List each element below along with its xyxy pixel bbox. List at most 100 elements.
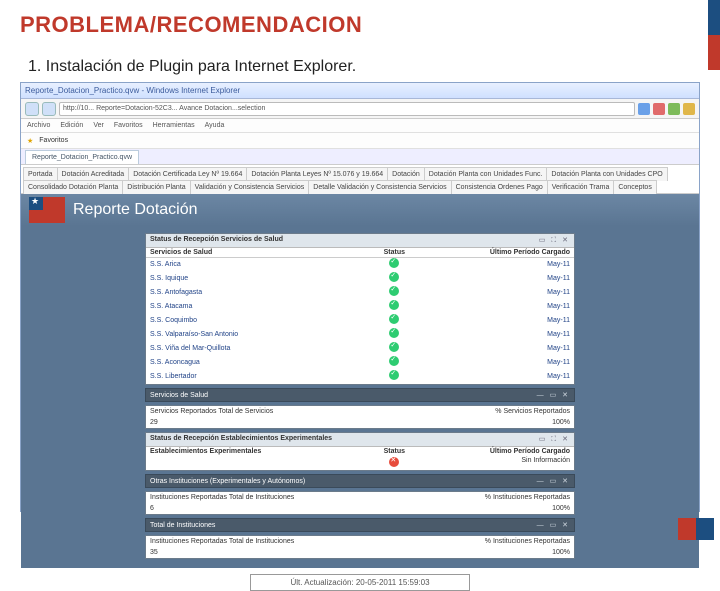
app-tab[interactable]: Dotación Planta Leyes Nº 15.076 y 19.664 xyxy=(246,167,388,181)
app-tab[interactable]: Detalle Validación y Consistencia Servic… xyxy=(308,180,451,194)
label-pct-all: % Instituciones Reportadas xyxy=(430,538,570,545)
app-tab[interactable]: Consistencia Ordenes Pago xyxy=(451,180,548,194)
menu-ver[interactable]: Ver xyxy=(93,122,104,129)
col-status: Status xyxy=(351,448,437,455)
cell-period: May-11 xyxy=(441,316,570,326)
refresh-icon[interactable] xyxy=(638,103,650,115)
forward-button[interactable] xyxy=(42,102,56,116)
panel-services-summary-head: Servicios de Salud — ▭ ✕ xyxy=(145,388,575,402)
favorites-icon[interactable] xyxy=(683,103,695,115)
corner-accent xyxy=(678,518,714,540)
titlebar: Reporte_Dotacion_Practico.qvw - Windows … xyxy=(21,83,699,99)
cell-name: S.S. Viña del Mar-Quillota xyxy=(150,344,347,354)
status-ok-icon xyxy=(389,328,399,338)
favorites-bar: ★ Favoritos xyxy=(21,133,699,149)
col-periodo: Último Período Cargado xyxy=(441,249,570,256)
panel-window-icons[interactable]: ▭ ⛶ ✕ xyxy=(539,236,570,245)
app-tab[interactable]: Portada xyxy=(23,167,58,181)
value-pct-all: 100% xyxy=(430,549,570,556)
report-banner: Reporte Dotación xyxy=(21,194,699,226)
panel-services-status: Status de Recepción Servicios de Salud ▭… xyxy=(145,233,575,385)
slide-heading: PROBLEMA/RECOMENDACION xyxy=(20,12,362,38)
app-tab[interactable]: Dotación Certificada Ley Nº 19.664 xyxy=(128,167,247,181)
report-title: Reporte Dotación xyxy=(73,201,198,219)
app-tab[interactable]: Dotación Planta con Unidades Func. xyxy=(424,167,548,181)
table-row: S.S. Arica May-11 xyxy=(146,258,574,272)
status-ok-icon xyxy=(389,314,399,324)
flag-stripe-top xyxy=(708,0,720,70)
menu-edicion[interactable]: Edición xyxy=(60,122,83,129)
report-content: Status de Recepción Servicios de Salud ▭… xyxy=(21,226,699,568)
panel-window-icons[interactable]: ▭ ⛶ ✕ xyxy=(539,435,570,444)
browser-tab[interactable]: Reporte_Dotacion_Practico.qvw xyxy=(25,150,139,164)
table-row: S.S. Libertador May-11 xyxy=(146,370,574,384)
col-estab: Establecimientos Experimentales xyxy=(150,448,347,455)
menu-herramientas[interactable]: Herramientas xyxy=(153,122,195,129)
panel-title: Otras Instituciones (Experimentales y Au… xyxy=(150,478,305,485)
app-tab[interactable]: Dotación Acreditada xyxy=(57,167,130,181)
search-icon[interactable] xyxy=(668,103,680,115)
panel-total-head: Total de Instituciones — ▭ ✕ xyxy=(145,518,575,532)
status-ok-icon xyxy=(389,258,399,268)
app-tab[interactable]: Validación y Consistencia Servicios xyxy=(190,180,310,194)
panel-experimentales: Status de Recepción Establecimientos Exp… xyxy=(145,432,575,471)
app-tab[interactable]: Consolidado Dotación Planta xyxy=(23,180,123,194)
panel-total: Instituciones Reportadas Total de Instit… xyxy=(145,535,575,559)
cell-name: S.S. Atacama xyxy=(150,302,347,312)
table-row: S.S. Antofagasta May-11 xyxy=(146,286,574,300)
menu-favoritos[interactable]: Favoritos xyxy=(114,122,143,129)
panel-title: Status de Recepción Establecimientos Exp… xyxy=(150,435,332,444)
cell-period: May-11 xyxy=(441,260,570,270)
back-button[interactable] xyxy=(25,102,39,116)
panel-otras: Instituciones Reportadas Total de Instit… xyxy=(145,491,575,515)
label-total-inst: Instituciones Reportadas Total de Instit… xyxy=(150,494,430,501)
status-ok-icon xyxy=(389,370,399,380)
address-input[interactable]: http://10... Reporte=Dotacion-52C3... Av… xyxy=(59,102,635,116)
value-no-info: Sin Información xyxy=(441,457,570,469)
app-tab[interactable]: Conceptos xyxy=(613,180,656,194)
table-row: S.S. AtacamaMay-11 xyxy=(146,300,574,314)
status-ok-icon xyxy=(389,342,399,352)
cell-period: May-11 xyxy=(441,344,570,354)
label-pct-inst: % Instituciones Reportadas xyxy=(430,494,570,501)
panel-services-summary: Servicios Reportados Total de Servicios … xyxy=(145,405,575,429)
label-total-all: Instituciones Reportadas Total de Instit… xyxy=(150,538,430,545)
value-pct-services: 100% xyxy=(430,419,570,426)
cell-name: S.S. Iquique xyxy=(150,274,347,284)
cell-name: S.S. Aconcagua xyxy=(150,358,347,368)
cell-period: May-11 xyxy=(441,288,570,298)
app-tab[interactable]: Verificación Trama xyxy=(547,180,615,194)
status-ok-icon xyxy=(389,356,399,366)
cell-period: May-11 xyxy=(441,358,570,368)
cell-name: S.S. Libertador xyxy=(150,372,347,382)
panel-window-icons[interactable]: — ▭ ✕ xyxy=(537,391,570,399)
cell-name: S.S. Arica xyxy=(150,260,347,270)
table-row: S.S. Valparaíso-San AntonioMay-11 xyxy=(146,328,574,342)
table-row: S.S. CoquimboMay-11 xyxy=(146,314,574,328)
panel-window-icons[interactable]: — ▭ ✕ xyxy=(537,477,570,485)
value-total-services: 29 xyxy=(150,419,430,426)
value-inst-pct: 100% xyxy=(430,505,570,512)
menu-bar: Archivo Edición Ver Favoritos Herramient… xyxy=(21,119,699,133)
app-tab[interactable]: Dotación Planta con Unidades CPO xyxy=(546,167,667,181)
table-row: S.S. Aconcagua May-11 xyxy=(146,356,574,370)
status-ok-icon xyxy=(389,286,399,296)
value-total-all: 35 xyxy=(150,549,430,556)
gov-logo-icon xyxy=(29,197,65,223)
address-bar-row: http://10... Reporte=Dotacion-52C3... Av… xyxy=(21,99,699,119)
label-pct-services: % Servicios Reportados xyxy=(430,408,570,415)
menu-archivo[interactable]: Archivo xyxy=(27,122,50,129)
panel-otras-head: Otras Instituciones (Experimentales y Au… xyxy=(145,474,575,488)
favorites-label[interactable]: Favoritos xyxy=(39,137,68,144)
col-periodo: Último Período Cargado xyxy=(441,448,570,455)
menu-ayuda[interactable]: Ayuda xyxy=(205,122,225,129)
app-tab[interactable]: Dotación xyxy=(387,167,425,181)
cell-name: S.S. Antofagasta xyxy=(150,288,347,298)
stop-icon[interactable] xyxy=(653,103,665,115)
app-tab[interactable]: Distribución Planta xyxy=(122,180,190,194)
panel-window-icons[interactable]: — ▭ ✕ xyxy=(537,521,570,529)
last-updated: Últ. Actualización: 20-05-2011 15:59:03 xyxy=(250,574,470,591)
browser-tabstrip: Reporte_Dotacion_Practico.qvw xyxy=(21,149,699,165)
status-bad-icon xyxy=(389,457,399,467)
cell-period: May-11 xyxy=(441,372,570,382)
